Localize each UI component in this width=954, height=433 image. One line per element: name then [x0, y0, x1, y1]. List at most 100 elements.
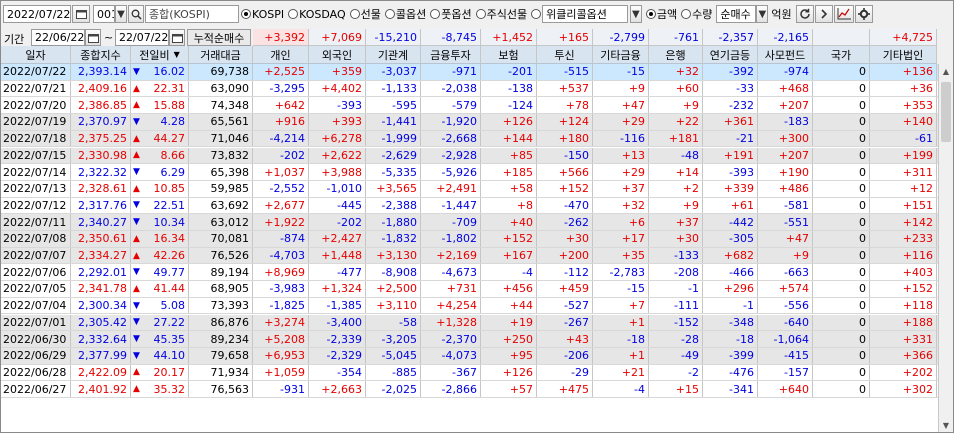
period-start-input[interactable]: 22/06/22: [31, 29, 85, 46]
market-radio-4[interactable]: 풋옵션: [430, 5, 472, 23]
type-dropdown-icon[interactable]: ▼: [756, 5, 769, 23]
table-row[interactable]: 2022/07/07 2,334.27 ▲ 42.26 76,526 -4,703 +1,4…: [1, 247, 938, 265]
table-cell: 2022/07/01: [1, 314, 71, 331]
table-cell: +43: [537, 331, 593, 347]
table-row[interactable]: 2022/07/21 2,409.16 ▲ 22.31 63,090 -3,295 +4,4…: [1, 80, 938, 98]
table-row[interactable]: 2022/07/18 2,375.25 ▲ 44.27 71,046 -4,214 +6,2…: [1, 130, 938, 148]
table-row[interactable]: 2022/06/28 2,422.09 ▲ 20.17 71,934 +1,059 -354…: [1, 364, 938, 382]
qty-radio[interactable]: 수량: [681, 6, 712, 22]
table-cell: +32: [649, 64, 703, 80]
column-header[interactable]: 전일비 ▼: [131, 46, 189, 64]
table-cell: -138: [481, 80, 537, 97]
table-cell: +296: [703, 281, 758, 297]
table-cell: +151: [870, 197, 937, 214]
table-cell: 2022/07/14: [1, 164, 71, 180]
market-radio-2[interactable]: 선물: [349, 5, 381, 23]
sort-dropdown-icon[interactable]: ▼: [174, 50, 180, 59]
table-cell: +8,969: [253, 264, 309, 281]
start-calendar-icon[interactable]: [85, 29, 101, 46]
scroll-up-icon[interactable]: ▲: [939, 64, 953, 78]
window: 2022/07/22 001 ▼ 종합(KOSPI) KOSPI KOSDAQ 선물…: [0, 0, 954, 433]
market-radio-1[interactable]: KOSDAQ: [288, 5, 346, 23]
table-cell: -3,205: [366, 331, 421, 347]
table-cell: +3,988: [309, 164, 366, 180]
table-cell: +640: [758, 381, 813, 397]
market-radio-label: KOSDAQ: [299, 7, 346, 21]
table-cell: +167: [481, 247, 537, 264]
table-cell: -971: [421, 64, 481, 80]
date-input[interactable]: 2022/07/22: [3, 5, 71, 23]
code-dropdown-icon[interactable]: ▼: [115, 5, 127, 23]
table-row[interactable]: 2022/07/15 2,330.98 ▲ 8.66 73,832 -202 +2,622-…: [1, 147, 938, 165]
end-calendar-icon[interactable]: [169, 29, 185, 46]
table-cell: 2022/06/27: [1, 381, 71, 397]
market-radio-dot: [241, 9, 251, 19]
table-row[interactable]: 2022/07/11 2,340.27 ▼ 10.34 63,012 +1,922 -202…: [1, 214, 938, 231]
cumulative-value: +4,725: [870, 29, 937, 46]
calendar-icon[interactable]: [72, 5, 90, 23]
investor-grid: 2022/07/22 2,393.14 ▼ 16.02 69,738 +2,525 +359…: [1, 64, 938, 432]
table-row[interactable]: 2022/07/04 2,300.34 ▼ 5.08 73,393 -1,825 -1,38…: [1, 297, 938, 315]
table-row[interactable]: 2022/07/13 2,328.61 ▲ 10.85 59,985 -2,552 -1,0…: [1, 180, 938, 198]
table-cell: +9: [649, 197, 703, 214]
table-cell: -4,214: [253, 130, 309, 147]
period-tilde: ~: [104, 31, 114, 44]
change-value: 22.31: [153, 82, 186, 96]
table-row[interactable]: 2022/07/20 2,386.85 ▲ 15.88 74,348 +642 -393 -5…: [1, 97, 938, 115]
table-cell: 2,332.64: [71, 331, 131, 347]
scroll-thumb[interactable]: [941, 82, 951, 142]
table-cell: -201: [481, 64, 537, 80]
refresh-icon[interactable]: [795, 5, 814, 23]
table-row[interactable]: 2022/07/01 2,305.42 ▼ 27.22 86,876 +3,274 -3,4…: [1, 314, 938, 332]
table-row[interactable]: 2022/06/27 2,401.92 ▲ 35.32 76,563 -931 +2,663…: [1, 381, 938, 398]
scroll-down-icon[interactable]: ▼: [939, 418, 953, 432]
column-header: 금융투자: [421, 46, 481, 64]
table-cell: 0: [813, 64, 870, 80]
table-cell: 2,370.97: [71, 114, 131, 130]
table-row[interactable]: 2022/07/08 2,350.61 ▲ 16.34 70,081 -874 +2,427…: [1, 231, 938, 248]
column-header: 은행: [649, 46, 703, 64]
market-dropdown-icon[interactable]: ▼: [629, 5, 642, 23]
table-cell: +21: [593, 364, 649, 381]
table-cell: +207: [758, 147, 813, 164]
table-row[interactable]: 2022/07/22 2,393.14 ▼ 16.02 69,738 +2,525 +359…: [1, 64, 938, 81]
table-cell: ▼ 10.34: [131, 214, 189, 230]
table-cell: -442: [703, 214, 758, 230]
vertical-scrollbar[interactable]: ▲ ▼: [938, 64, 953, 432]
magnifier-icon[interactable]: [128, 5, 144, 23]
table-row[interactable]: 2022/07/12 2,317.76 ▼ 22.51 63,692 +2,677 -445…: [1, 197, 938, 215]
amount-radio-label: 금액: [656, 8, 678, 21]
cumulative-value: [813, 29, 870, 46]
table-cell: -183: [758, 114, 813, 130]
column-header-label: 금융투자: [430, 48, 471, 62]
table-row[interactable]: 2022/07/19 2,370.97 ▼ 4.28 65,561 +916 +393 -1,…: [1, 114, 938, 131]
cumulative-value: +165: [537, 29, 593, 46]
table-cell: 76,563: [189, 381, 253, 397]
table-cell: +3,130: [366, 247, 421, 264]
table-row[interactable]: 2022/06/30 2,332.64 ▼ 45.35 89,234 +5,208 -2,3…: [1, 331, 938, 348]
market-radio-6[interactable]: 위클리콜옵션: [531, 5, 628, 23]
next-icon[interactable]: [814, 5, 833, 23]
market-radio-3[interactable]: 콜옵션: [384, 5, 426, 23]
chart-icon[interactable]: [833, 5, 854, 23]
table-cell: -393: [309, 97, 366, 114]
table-cell: 63,692: [189, 197, 253, 214]
market-radio-5[interactable]: 주식선물: [475, 5, 527, 23]
table-cell: -112: [537, 264, 593, 281]
code-input[interactable]: 001: [93, 5, 115, 23]
period-end-input[interactable]: 22/07/22: [115, 29, 169, 46]
table-row[interactable]: 2022/06/29 2,377.99 ▼ 44.10 79,658 +6,953 -2,3…: [1, 347, 938, 365]
table-cell: +142: [870, 214, 937, 230]
market-radio-0[interactable]: KOSPI: [241, 5, 284, 23]
table-row[interactable]: 2022/07/06 2,292.01 ▼ 49.77 89,194 +8,969 -477…: [1, 264, 938, 282]
table-row[interactable]: 2022/07/05 2,341.78 ▲ 41.44 68,905 -3,983 +1,3…: [1, 281, 938, 298]
table-cell: 71,934: [189, 364, 253, 381]
table-cell: ▼ 6.29: [131, 164, 189, 180]
table-cell: -21: [703, 130, 758, 147]
table-cell: -61: [870, 130, 937, 147]
type-select[interactable]: 순매수: [716, 5, 757, 23]
gear-icon[interactable]: [854, 5, 873, 23]
table-cell: +250: [481, 331, 537, 347]
amount-radio[interactable]: 금액: [645, 6, 678, 22]
table-row[interactable]: 2022/07/14 2,322.32 ▼ 6.29 65,398 +1,037 +3,98…: [1, 164, 938, 181]
